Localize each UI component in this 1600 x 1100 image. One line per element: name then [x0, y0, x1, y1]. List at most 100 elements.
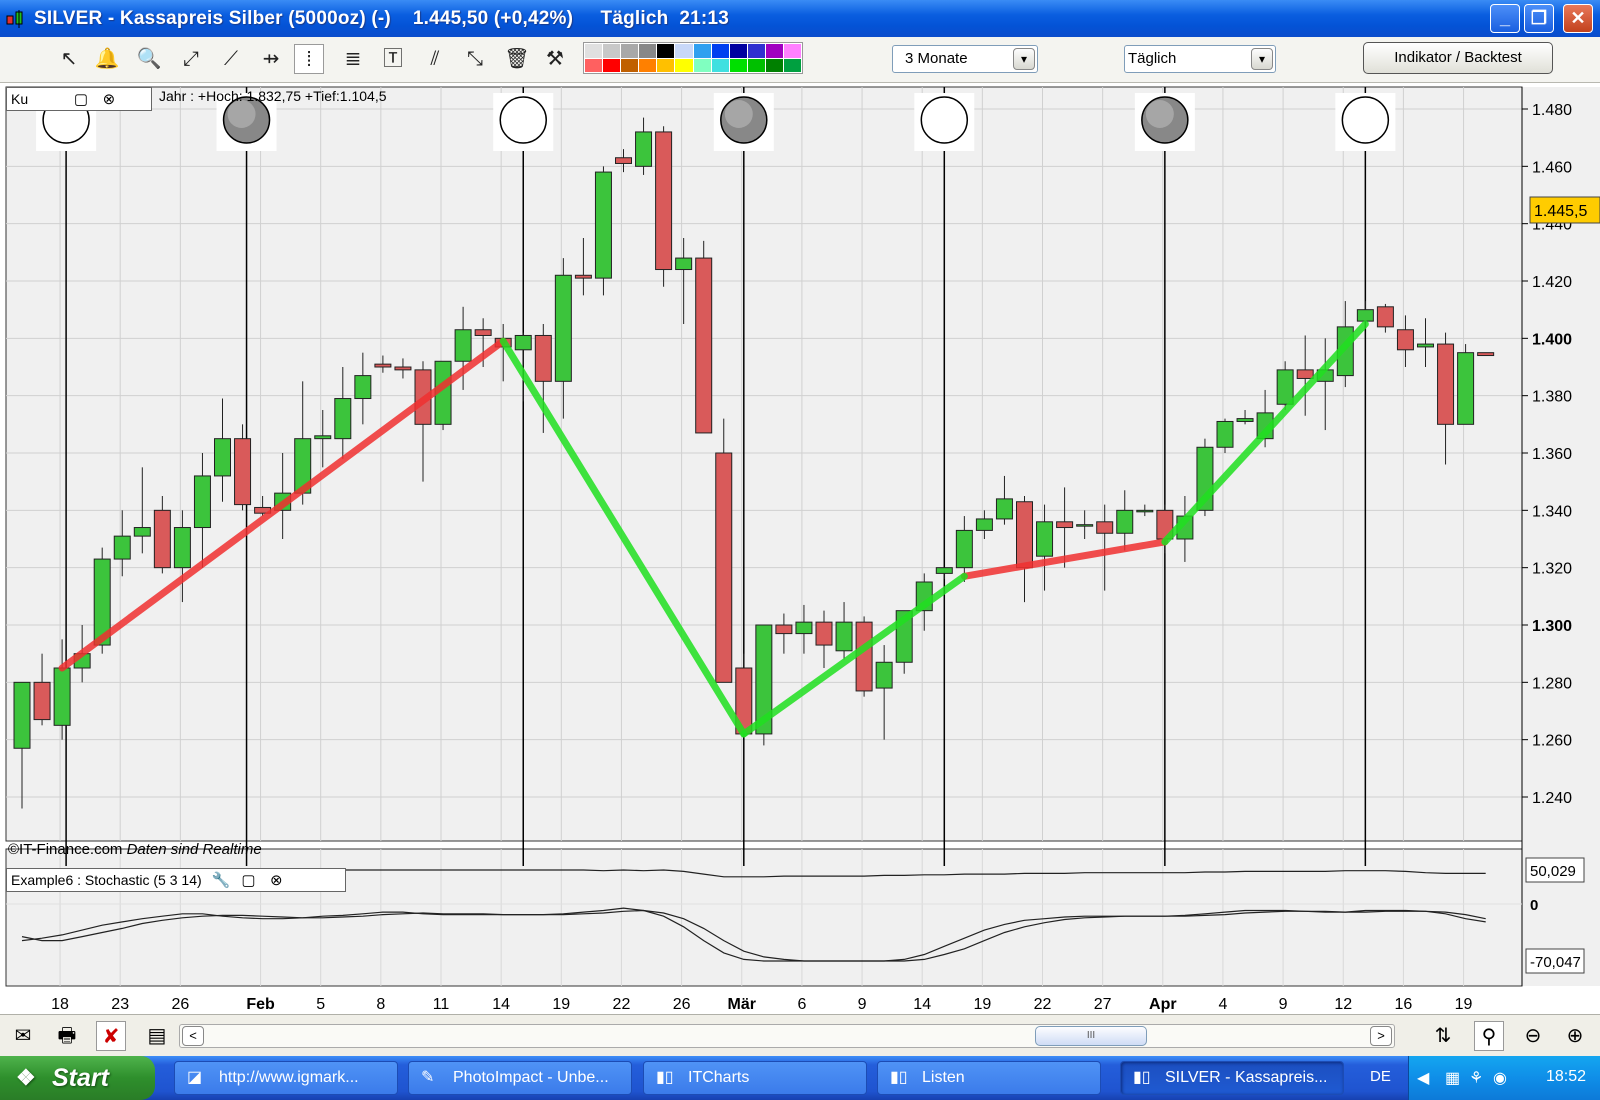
text-icon[interactable]: 🅃 [378, 44, 408, 74]
candle-body[interactable] [855, 621, 873, 692]
candle-body[interactable] [153, 509, 171, 569]
palette-swatch[interactable] [603, 58, 621, 72]
trendline-icon[interactable]: ⤢ [176, 44, 206, 74]
palette-swatch[interactable] [711, 58, 729, 72]
vline-icon[interactable]: ⁞ [294, 44, 324, 74]
fibonacci-icon[interactable]: ≣ [338, 44, 368, 74]
candle-body[interactable] [1096, 521, 1114, 534]
title-bar[interactable]: SILVER - Kassapreis Silber (5000oz) (-) … [0, 0, 1600, 37]
palette-swatch[interactable] [585, 58, 603, 72]
tray-security-icon[interactable]: ⚘ [1469, 1068, 1483, 1088]
candle-body[interactable] [875, 661, 893, 689]
tray-app-icon[interactable]: ◉ [1493, 1068, 1507, 1088]
palette-swatch[interactable] [693, 58, 711, 72]
candle-body[interactable] [715, 452, 733, 683]
candle-body[interactable] [955, 529, 973, 569]
palette-swatch[interactable] [621, 58, 639, 72]
candle-body[interactable] [514, 334, 532, 351]
print-icon[interactable]: 🖶 [52, 1021, 82, 1051]
mail-icon[interactable]: ✉ [8, 1021, 38, 1051]
start-button[interactable]: ❖ Start [0, 1056, 155, 1100]
palette-swatch[interactable] [765, 58, 783, 72]
panel-window-icon[interactable]: ▢ [72, 89, 90, 111]
task-silver[interactable]: ▮▯ SILVER - Kassapreis... [1120, 1061, 1344, 1095]
palette-swatch[interactable] [639, 44, 657, 58]
zoom-in-icon[interactable]: ⊕ [1560, 1021, 1590, 1051]
candle-body[interactable] [133, 527, 151, 537]
palette-swatch[interactable] [729, 58, 747, 72]
candle-body[interactable] [394, 366, 412, 371]
candle-body[interactable] [1356, 309, 1374, 322]
candle-body[interactable] [1296, 369, 1314, 379]
task-listen[interactable]: ▮▯ Listen [877, 1061, 1101, 1095]
candle-body[interactable] [975, 518, 993, 531]
palette-swatch[interactable] [675, 44, 693, 58]
language-indicator[interactable]: DE [1370, 1068, 1391, 1085]
palette-swatch[interactable] [747, 44, 765, 58]
palette-swatch[interactable] [657, 44, 675, 58]
palette-swatch[interactable] [729, 44, 747, 58]
tray-network-icon[interactable]: ▦ [1445, 1068, 1460, 1088]
task-browser[interactable]: ◪ http://www.igmark... [174, 1061, 398, 1095]
palette-swatch[interactable] [711, 44, 729, 58]
panel-close-icon[interactable]: ⊗ [100, 89, 118, 111]
candle-body[interactable] [1016, 501, 1033, 569]
candle-body[interactable] [935, 567, 953, 574]
candle-body[interactable] [234, 438, 252, 506]
indicator-backtest-button[interactable]: Indikator / Backtest [1363, 42, 1553, 74]
close-button[interactable]: ✕ [1563, 4, 1593, 33]
palette-swatch[interactable] [747, 58, 765, 72]
maximize-button[interactable]: ❐ [1524, 4, 1554, 33]
settings-icon[interactable]: ⚒ [540, 44, 570, 74]
candle-body[interactable] [214, 438, 231, 477]
tray-expand-icon[interactable]: ◀ [1417, 1068, 1429, 1088]
horizontal-scrollbar[interactable]: < III > [179, 1024, 1395, 1048]
trash-icon[interactable]: 🗑 [502, 44, 532, 74]
zoom-icon[interactable]: 🔍 [134, 44, 164, 74]
palette-swatch[interactable] [603, 44, 621, 58]
palette-swatch[interactable] [783, 44, 801, 58]
channel-icon[interactable]: ⫽ [420, 44, 450, 74]
candle-body[interactable] [695, 257, 713, 434]
candle-body[interactable] [33, 681, 51, 721]
candle-body[interactable] [815, 621, 833, 646]
candle-body[interactable] [374, 363, 392, 368]
candle-body[interactable] [775, 624, 793, 635]
task-photoimpact[interactable]: ✎ PhotoImpact - Unbe... [408, 1061, 632, 1095]
palette-swatch[interactable] [675, 58, 693, 72]
candle-body[interactable] [574, 274, 592, 279]
cursor-icon[interactable]: ↖ [54, 44, 84, 74]
candle-body[interactable] [655, 131, 673, 271]
candle-body[interactable] [615, 157, 632, 164]
line-icon[interactable]: ⟋ [216, 44, 246, 74]
palette-swatch[interactable] [765, 44, 783, 58]
interval-select[interactable]: Täglich ▾ [1124, 45, 1276, 73]
candle-body[interactable] [113, 535, 131, 560]
period-select[interactable]: 3 Monate ▾ [892, 45, 1038, 73]
candle-body[interactable] [675, 257, 693, 271]
scroll-thumb[interactable]: III [1035, 1026, 1147, 1046]
candle-body[interactable] [474, 329, 492, 336]
sheet-icon[interactable]: ▤ [142, 1021, 172, 1051]
arrow-icon[interactable]: ⤡ [460, 44, 490, 74]
chart-area[interactable]: 1.480 1.460 1.440 1.420 1.400 1.380 1.360 1.340… [0, 83, 1600, 1014]
zoom-out-icon[interactable]: ⊖ [1518, 1021, 1548, 1051]
candle-body[interactable] [454, 329, 472, 362]
panel-close-icon[interactable]: ⊗ [267, 870, 285, 892]
zoom-fit-icon[interactable]: ⚲ [1474, 1021, 1504, 1051]
candle-body[interactable] [635, 131, 653, 167]
candle-body[interactable] [1216, 420, 1234, 448]
palette-swatch[interactable] [585, 44, 603, 58]
wrench-icon[interactable]: 🔧 [212, 870, 231, 892]
panel-window-icon[interactable]: ▢ [239, 870, 257, 892]
candle-body[interactable] [354, 375, 372, 400]
candle-body[interactable] [594, 171, 612, 279]
candle-body[interactable] [795, 621, 813, 635]
candle-body[interactable] [193, 475, 211, 529]
scroll-right-button[interactable]: > [1370, 1026, 1392, 1046]
palette-swatch[interactable] [783, 58, 801, 72]
candle-body[interactable] [1116, 509, 1134, 534]
palette-swatch[interactable] [693, 44, 711, 58]
minimize-button[interactable]: _ [1490, 4, 1520, 33]
candle-body[interactable] [1056, 521, 1074, 529]
